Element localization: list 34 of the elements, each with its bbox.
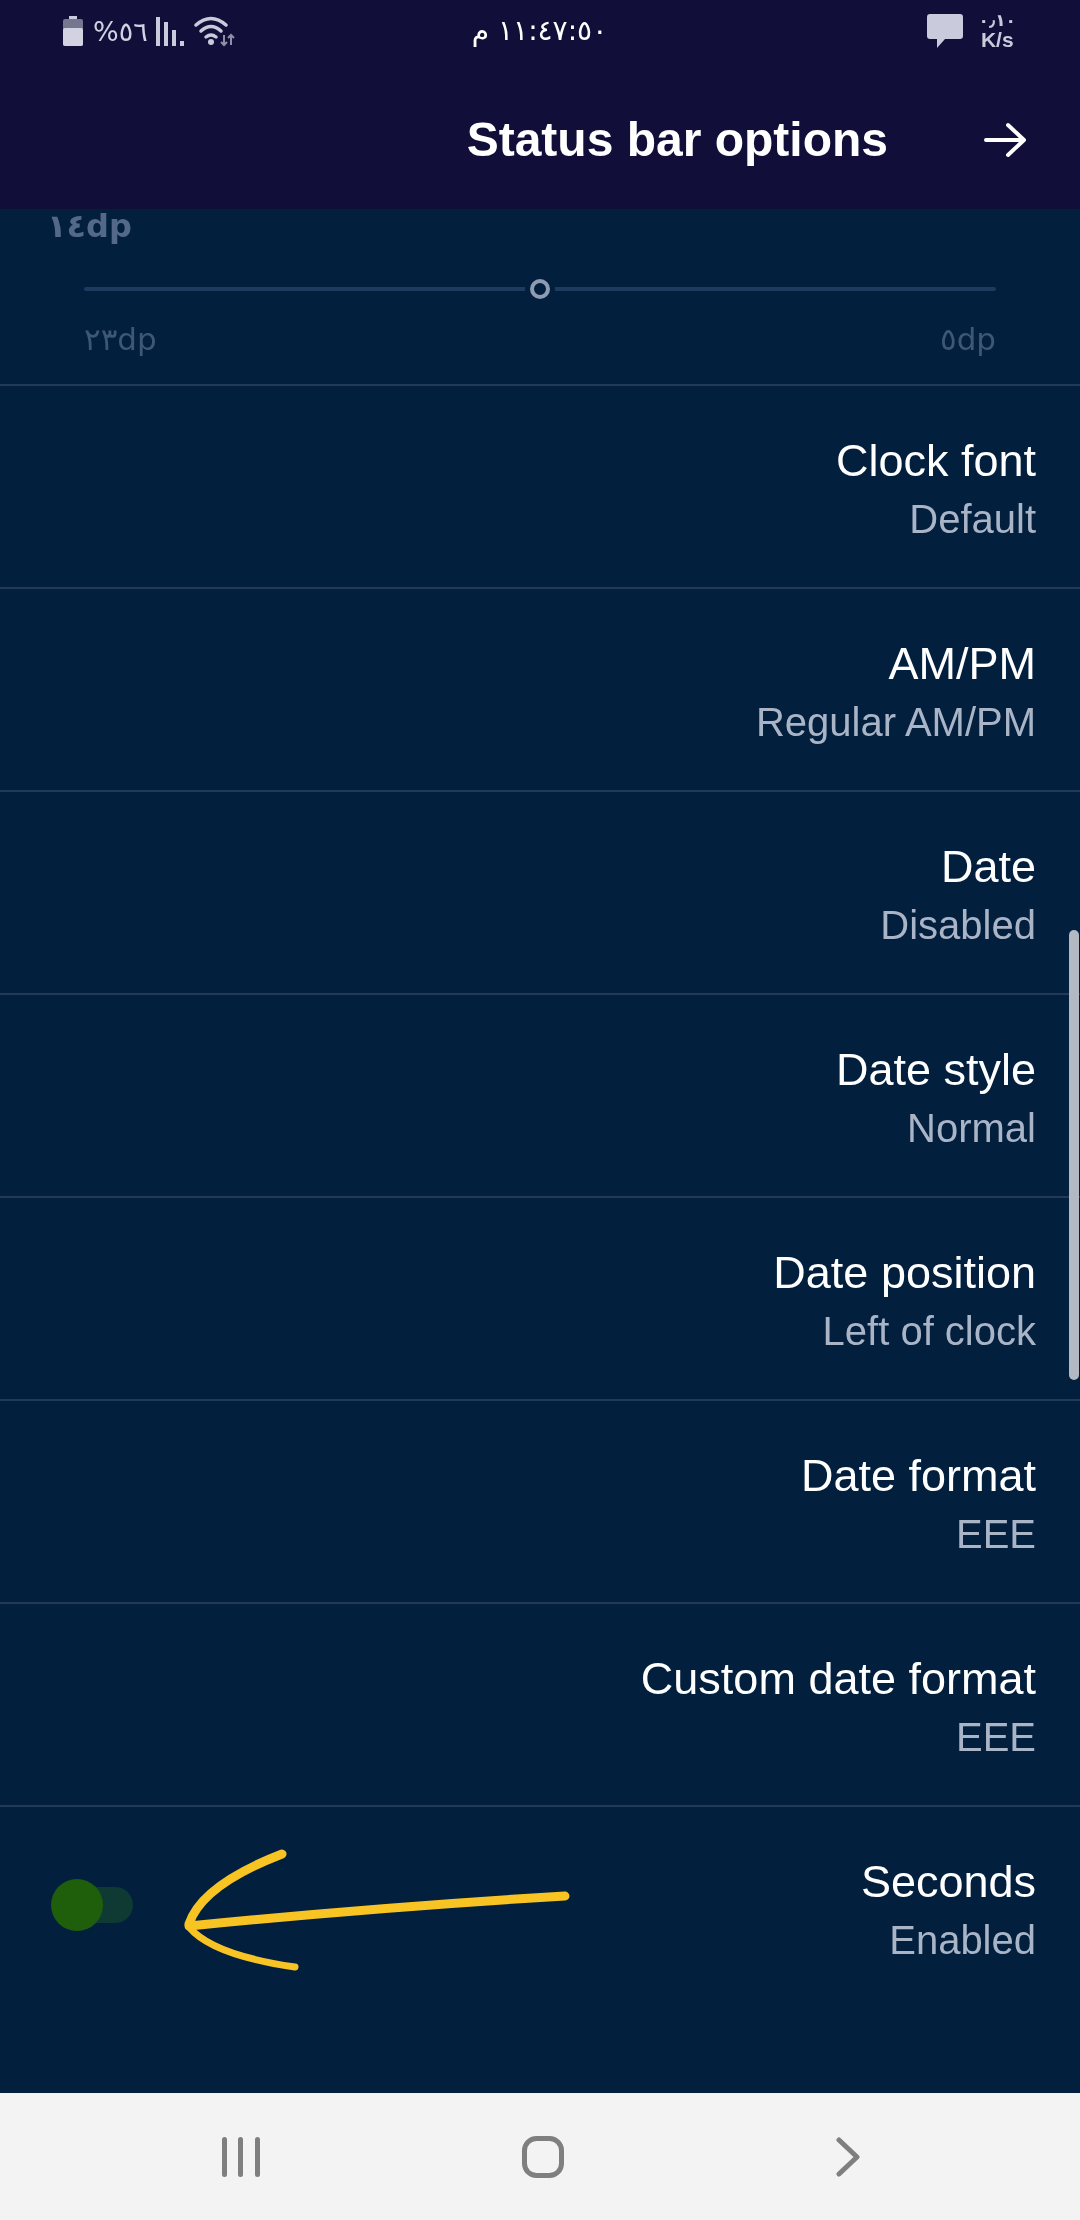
setting-title: Date format xyxy=(800,1449,1036,1503)
scrollbar-thumb[interactable] xyxy=(1069,930,1079,1380)
message-icon xyxy=(926,14,963,48)
setting-summary: Normal xyxy=(907,1105,1036,1152)
toggle-switch[interactable] xyxy=(51,1879,133,1931)
screen-title: Status bar options xyxy=(466,112,888,168)
slider-label: ٢٣dp xyxy=(84,321,157,357)
clock-time: ١١:٤٧:٥٠ م xyxy=(471,17,608,45)
slider-label: ٥dp xyxy=(940,321,996,357)
setting-title: Date style xyxy=(835,1043,1036,1097)
setting-summary: Regular AM/PM xyxy=(755,699,1036,746)
setting-title: AM/PM xyxy=(888,637,1036,691)
slider-value: ١٤dp xyxy=(47,207,132,245)
setting-summary: EEE xyxy=(955,1511,1036,1558)
setting-title: Clock font xyxy=(835,434,1036,488)
recent-apps-icon[interactable] xyxy=(222,2136,260,2177)
setting-title: Seconds xyxy=(860,1855,1036,1909)
setting-title: Date position xyxy=(773,1246,1036,1300)
setting-title: Custom date format xyxy=(640,1652,1036,1706)
setting-title: Date xyxy=(940,840,1036,894)
setting-summary: EEE xyxy=(955,1714,1036,1761)
back-chevron-icon[interactable] xyxy=(836,2136,860,2177)
setting-summary: Disabled xyxy=(880,902,1036,949)
back-arrow-icon[interactable] xyxy=(984,122,1028,158)
battery-percent: ٥٦% xyxy=(93,17,148,45)
setting-summary: Left of clock xyxy=(822,1308,1036,1355)
network-speed-unit: K/s xyxy=(980,29,1014,51)
home-icon[interactable] xyxy=(522,2135,564,2178)
signal-icon xyxy=(155,16,186,46)
wifi-icon xyxy=(193,15,236,47)
setting-summary: Enabled xyxy=(889,1917,1036,1964)
battery-icon xyxy=(63,16,83,46)
setting-summary: Default xyxy=(909,496,1036,543)
network-speed-value: ٠٫١٠ xyxy=(978,11,1016,29)
